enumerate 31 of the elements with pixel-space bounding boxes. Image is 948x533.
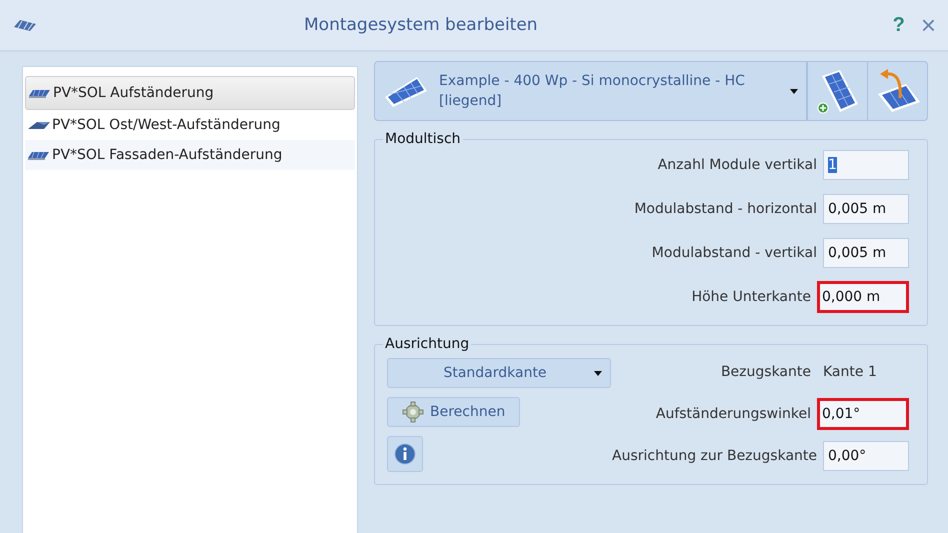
reference-value: Kante 1 — [823, 364, 878, 380]
solar-panel-icon — [28, 87, 52, 99]
list-item[interactable]: PV*SOL Aufständerung — [25, 76, 355, 110]
input-field[interactable]: 1 — [823, 150, 909, 180]
solar-panel-icon — [27, 149, 51, 161]
calculate-button[interactable]: Berechnen — [387, 397, 520, 427]
input-field[interactable]: 0,01° — [817, 398, 909, 430]
field-label: Modulabstand - horizontal — [634, 201, 817, 217]
field-label: Aufständerungswinkel — [656, 406, 811, 422]
roof-panel-icon — [27, 119, 51, 131]
field-label: Ausrichtung zur Bezugskante — [612, 448, 817, 464]
input-field[interactable]: 0,005 m — [823, 238, 909, 268]
list-item[interactable]: PV*SOL Ost/West-Aufständerung — [25, 110, 355, 140]
solar-panel-icon — [12, 18, 38, 32]
field-label: Modulabstand - vertikal — [652, 245, 817, 261]
group-title: Modultisch — [384, 131, 462, 147]
field-label: Höhe Unterkante — [692, 289, 811, 305]
input-field[interactable]: 0,005 m — [823, 194, 909, 224]
info-button[interactable] — [387, 436, 423, 472]
window-title: Montagesystem bearbeiten — [304, 15, 538, 35]
input-field[interactable]: 0,000 m — [817, 281, 909, 313]
caret-icon — [790, 88, 798, 94]
list-item[interactable]: PV*SOL Fassaden-Aufständerung — [25, 140, 355, 170]
edge-dropdown[interactable]: Standardkante — [387, 358, 611, 388]
info-icon — [394, 443, 416, 465]
gear-icon — [402, 401, 424, 423]
field-label: Anzahl Module vertikal — [658, 157, 817, 173]
input-field[interactable]: 0,00° — [823, 441, 909, 471]
caret-icon — [594, 370, 602, 376]
field-label: Bezugskante — [720, 364, 811, 380]
group-title: Ausrichtung — [384, 336, 470, 352]
